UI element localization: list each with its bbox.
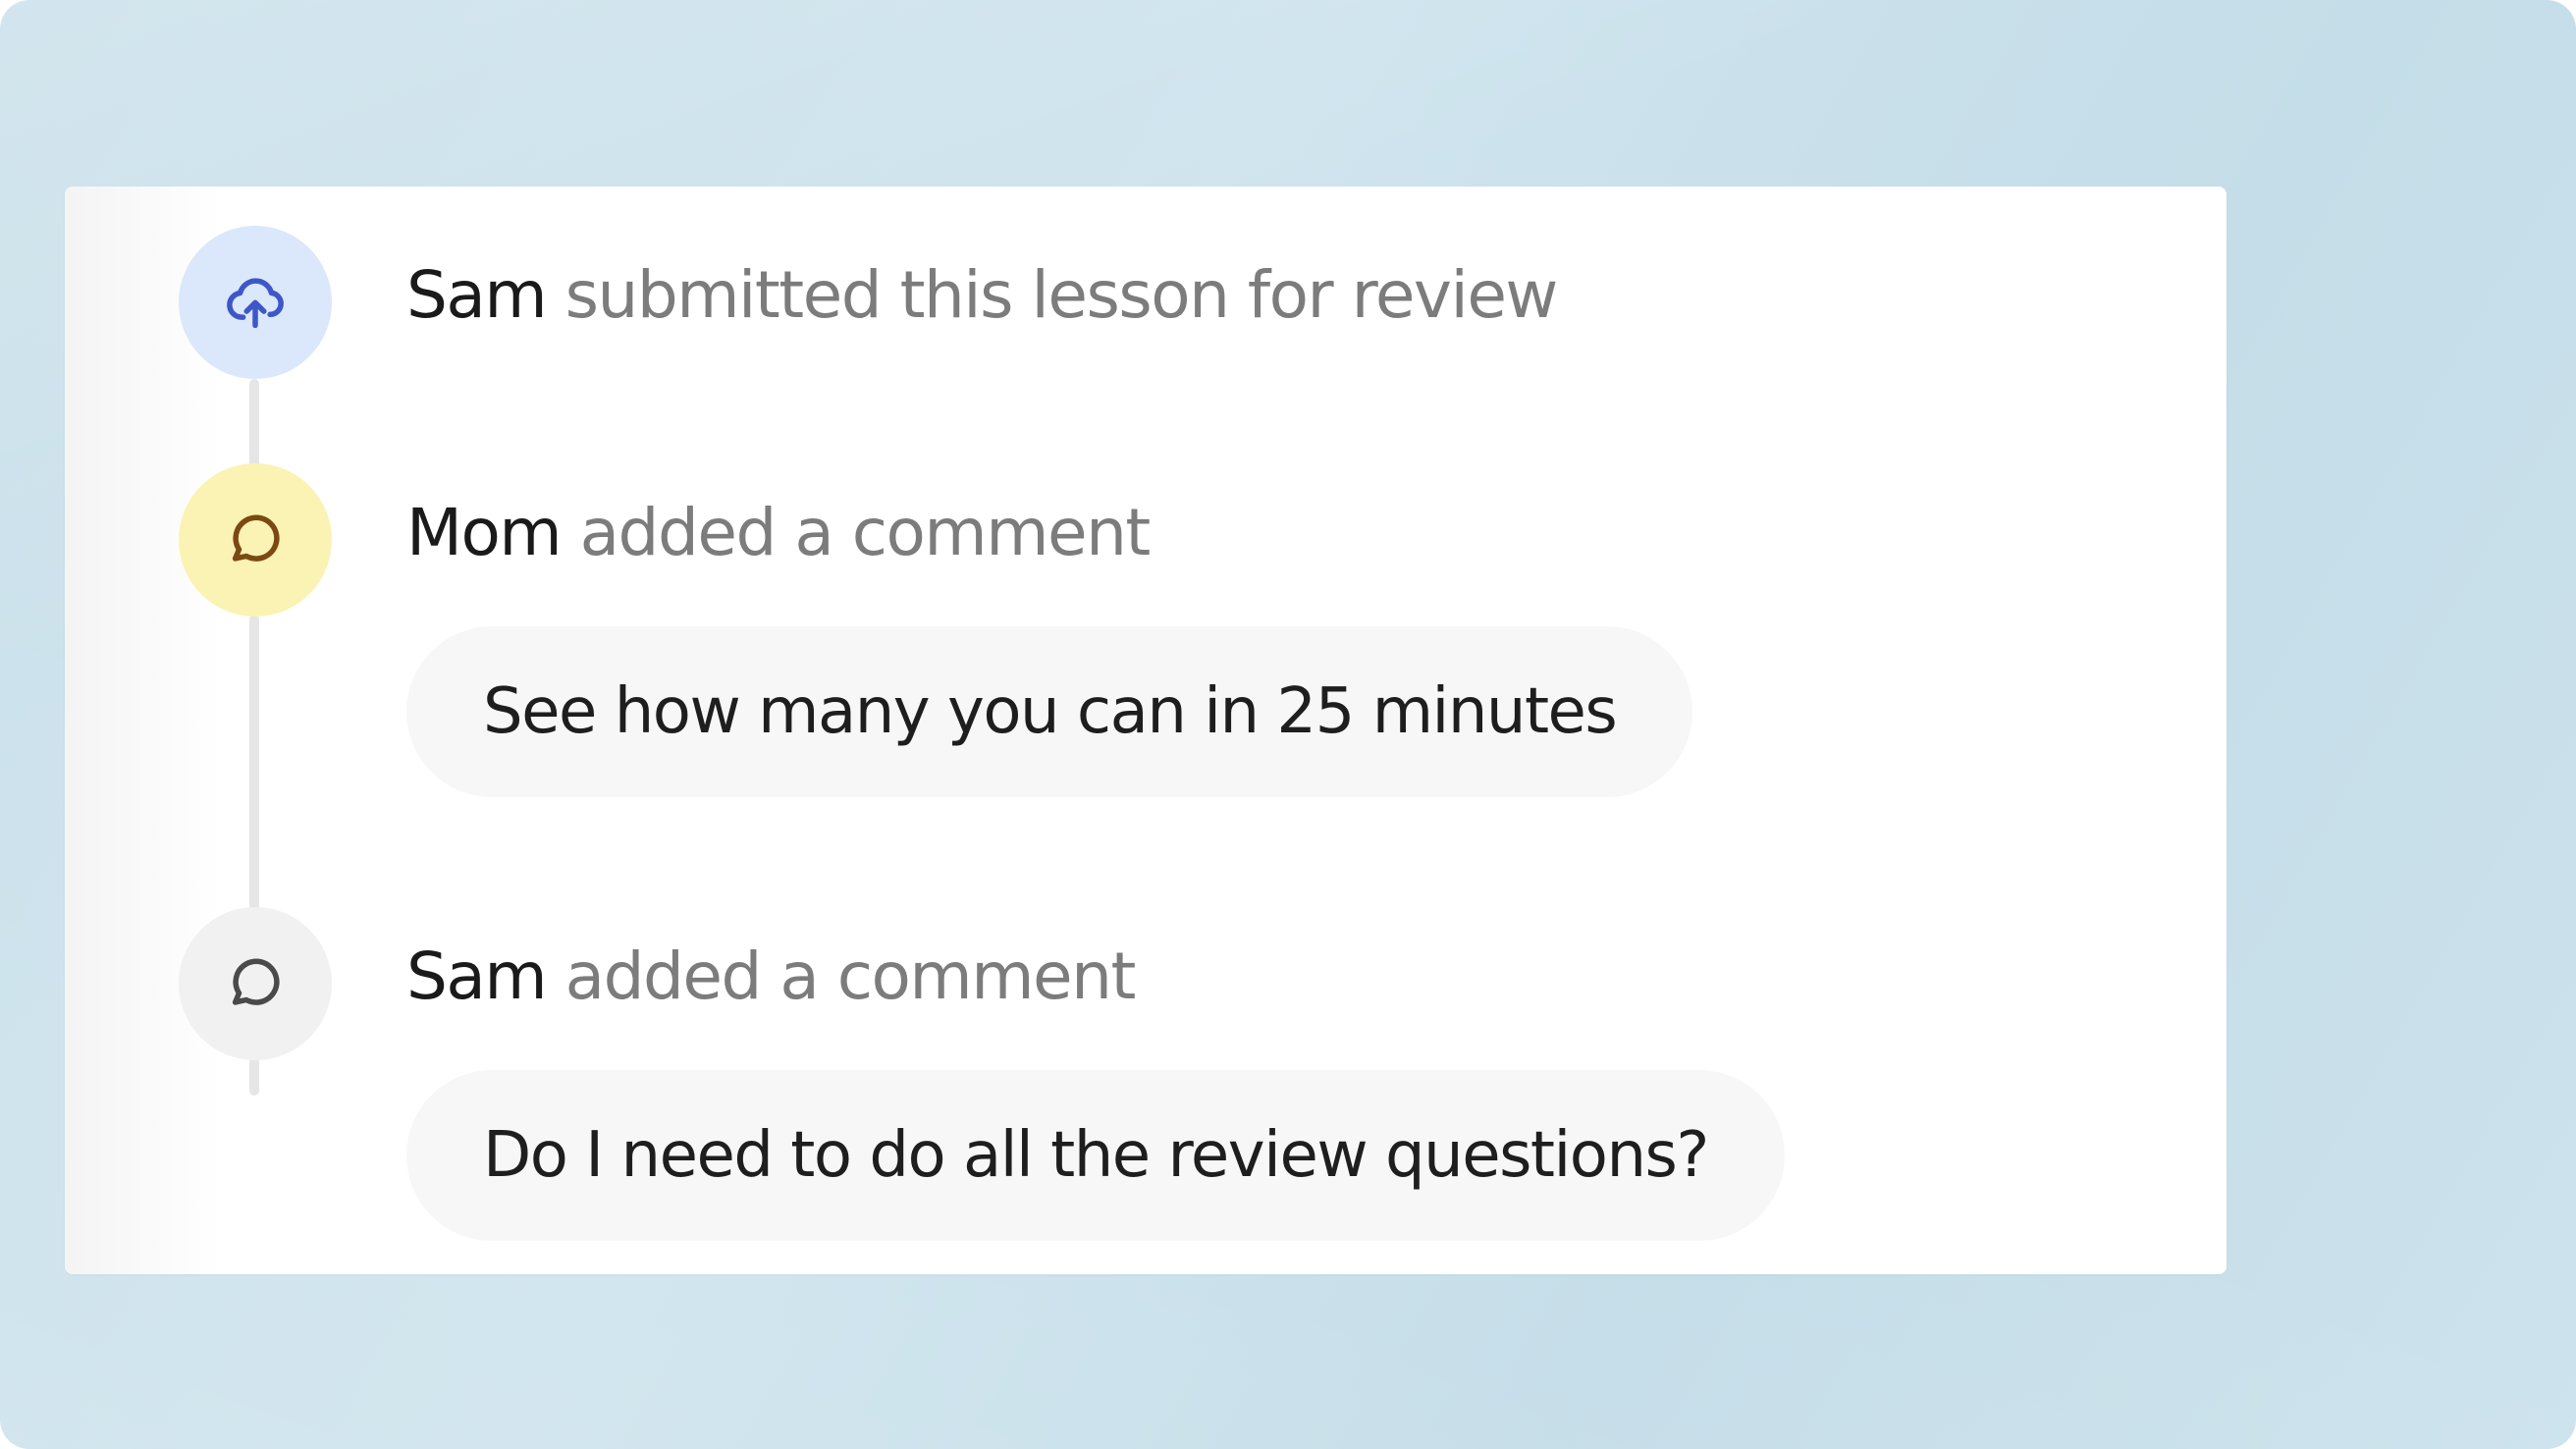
cloud-upload-icon	[179, 226, 332, 379]
timeline-event-submitted: Sam submitted this lesson for review	[406, 257, 1559, 333]
event-action: added a comment	[564, 939, 1137, 1014]
event-actor: Mom	[406, 495, 563, 570]
timeline-event-comment-mom: Mom added a comment	[406, 495, 1152, 570]
event-action: added a comment	[579, 495, 1152, 570]
event-actor: Sam	[406, 939, 548, 1014]
event-action: submitted this lesson for review	[564, 257, 1559, 333]
timeline-event-comment-sam: Sam added a comment	[406, 939, 1137, 1014]
activity-timeline-panel: Sam submitted this lesson for review Mom…	[65, 187, 2227, 1274]
comment-icon	[179, 907, 332, 1060]
timeline-connector	[249, 379, 259, 467]
comment-icon	[179, 463, 332, 617]
comment-bubble: See how many you can in 25 minutes	[406, 626, 1693, 797]
comment-bubble: Do I need to do all the review questions…	[406, 1070, 1785, 1241]
background: Sam submitted this lesson for review Mom…	[0, 0, 2576, 1449]
event-actor: Sam	[406, 257, 548, 333]
